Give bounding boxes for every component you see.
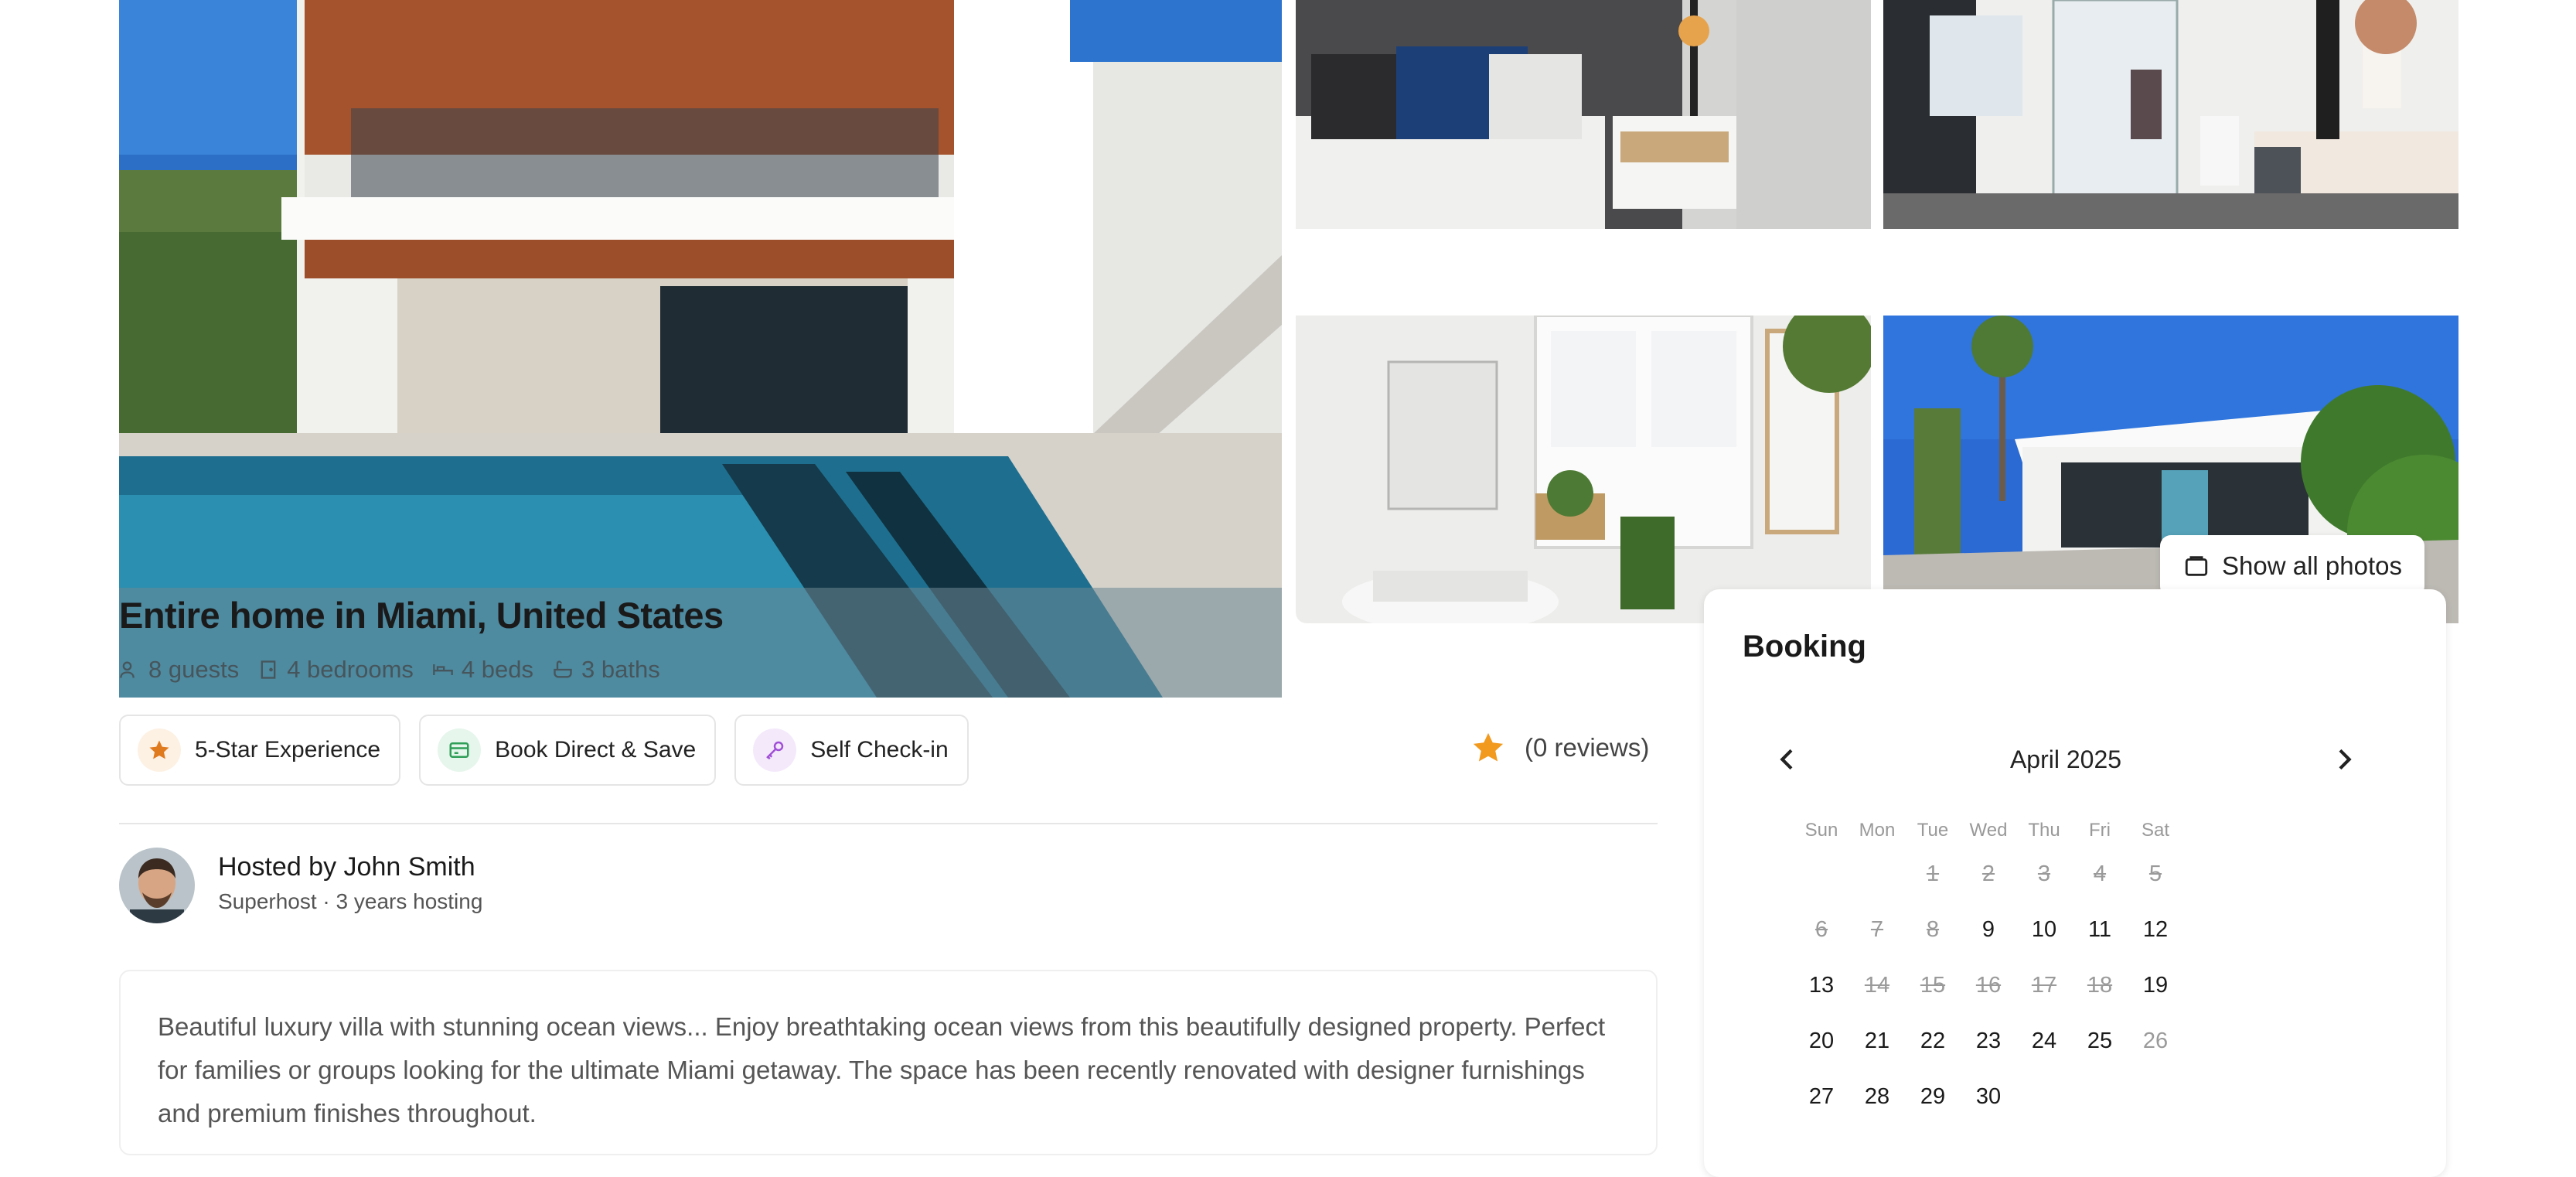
calendar-weekday-row: Sun Mon Tue Wed Thu Fri Sat [1794, 815, 2183, 846]
meta-bedrooms: 4 bedrooms [257, 656, 414, 684]
booking-panel: Booking April 2025 Sun Mon Tue Wed Thu Fri Sat… [1704, 589, 2446, 1177]
calendar-week-row: 27 28 29 30 [1794, 1069, 2183, 1124]
weekday-label: Fri [2089, 820, 2111, 841]
badge-icon-wrap [438, 728, 482, 772]
calendar-day: 15 [1920, 972, 1946, 998]
calendar-week-row: 6 7 8 9 10 11 12 [1794, 902, 2183, 957]
listing-meta: 8 guests 4 bedrooms 4 beds 3 baths [119, 656, 660, 684]
calendar-week-row: 20 21 22 23 24 25 26 [1794, 1013, 2183, 1069]
meta-guests-label: 8 guests [148, 656, 240, 683]
description-text: Beautiful luxury villa with stunning oce… [158, 1012, 1606, 1128]
badge-icon-wrap [753, 728, 797, 772]
calendar-week-row: 13 14 15 16 17 18 19 [1794, 957, 2183, 1013]
weekday-label: Thu [2028, 820, 2060, 841]
calendar-week-row: 1 2 3 4 5 [1794, 846, 2183, 902]
calendar-day: 8 [1926, 916, 1940, 942]
host-avatar[interactable] [119, 848, 195, 923]
calendar-day: 14 [1864, 972, 1890, 998]
calendar-empty-cell [2072, 1069, 2128, 1124]
badge-book-direct[interactable]: Book Direct & Save [419, 715, 717, 786]
calendar-day[interactable]: 21 [1849, 1013, 1905, 1069]
calendar-day: 16 [1975, 972, 2002, 998]
calendar-empty-cell [1794, 846, 1849, 902]
chevron-left-icon[interactable] [1772, 744, 1803, 775]
calendar-day: 4 [2093, 861, 2107, 886]
calendar-day[interactable]: 11 [2072, 902, 2128, 957]
badge-book-direct-label: Book Direct & Save [495, 737, 697, 762]
bath-icon [554, 660, 572, 678]
photo-bedroom[interactable] [1296, 0, 1871, 229]
card-icon [449, 742, 469, 758]
calendar-day[interactable]: 22 [1905, 1013, 1961, 1069]
calendar-day[interactable]: 30 [1961, 1069, 2016, 1124]
reviews-count: (0 reviews) [1525, 733, 1650, 762]
show-all-photos-button[interactable]: Show all photos [2160, 535, 2424, 597]
calendar-day[interactable]: 29 [1905, 1069, 1961, 1124]
weekday-label: Sun [1804, 820, 1838, 841]
photo-bathroom[interactable] [1883, 0, 2458, 229]
badge-icon-wrap [138, 728, 181, 772]
badge-self-checkin-label: Self Check-in [810, 737, 949, 762]
calendar-day: 17 [2031, 972, 2057, 998]
photo-bathroom-window[interactable] [1296, 316, 1871, 623]
star-icon [1473, 732, 1504, 762]
weekday-label: Tue [1917, 820, 1949, 841]
calendar-day[interactable]: 27 [1794, 1069, 1849, 1124]
listing-title: Entire home in Miami, United States [119, 595, 724, 636]
gallery-icon [2185, 556, 2208, 576]
weekday-label: Mon [1859, 820, 1896, 841]
calendar-day: 3 [2037, 861, 2051, 886]
weekday-label: Sat [2141, 820, 2170, 841]
badge-five-star-label: 5-Star Experience [195, 737, 381, 762]
meta-bedrooms-label: 4 bedrooms [287, 656, 414, 683]
star-icon [149, 740, 169, 759]
calendar-grid: Sun Mon Tue Wed Thu Fri Sat 1 2 3 4 5 6 7 8 9 10 11 12 13 14… [1794, 815, 2183, 1124]
calendar-day[interactable]: 13 [1794, 957, 1849, 1013]
badge-self-checkin[interactable]: Self Check-in [734, 715, 969, 786]
calendar-day[interactable]: 25 [2072, 1013, 2128, 1069]
calendar-day: 18 [2087, 972, 2113, 998]
meta-guests: 8 guests [119, 656, 239, 684]
feature-badges: 5-Star Experience Book Direct & Save Sel… [119, 715, 969, 786]
calendar-month: April 2025 [2009, 745, 2122, 773]
calendar-day[interactable]: 28 [1849, 1069, 1905, 1124]
main-photo-villa-pool[interactable] [119, 0, 1282, 698]
chevron-right-icon[interactable] [2329, 744, 2360, 775]
meta-baths-label: 3 baths [581, 656, 660, 683]
calendar-day[interactable]: 19 [2128, 957, 2183, 1013]
calendar-empty-cell [1849, 846, 1905, 902]
calendar-day: 2 [1981, 861, 1995, 886]
calendar-empty-cell [2016, 1069, 2072, 1124]
calendar-day: 5 [2148, 861, 2162, 886]
bedroom-icon [261, 660, 276, 679]
show-all-photos-label: Show all photos [2222, 551, 2402, 580]
calendar-day: 1 [1926, 861, 1940, 886]
host-name: Hosted by John Smith [218, 852, 475, 882]
badge-five-star[interactable]: 5-Star Experience [119, 715, 401, 786]
calendar-empty-cell [2128, 1069, 2183, 1124]
calendar-day: 26 [2142, 1028, 2169, 1053]
calendar-day[interactable]: 10 [2016, 902, 2072, 957]
meta-beds-label: 4 beds [461, 656, 533, 683]
calendar-day: 7 [1870, 916, 1884, 942]
booking-title: Booking [1743, 629, 1866, 664]
host-subtitle: Superhost · 3 years hosting [218, 889, 483, 913]
guests-icon [120, 661, 135, 678]
calendar-day[interactable]: 12 [2128, 902, 2183, 957]
divider [119, 823, 1658, 824]
calendar-day[interactable]: 9 [1961, 902, 2016, 957]
rating-summary[interactable]: (0 reviews) [1470, 730, 1649, 766]
calendar-day[interactable]: 20 [1794, 1013, 1849, 1069]
key-icon [766, 741, 784, 760]
description-card: Beautiful luxury villa with stunning oce… [119, 970, 1658, 1155]
meta-beds: 4 beds [432, 656, 533, 684]
meta-baths: 3 baths [552, 656, 660, 684]
calendar-day: 6 [1814, 916, 1828, 942]
bed-icon [433, 664, 453, 675]
calendar-day[interactable]: 23 [1961, 1013, 2016, 1069]
calendar-day[interactable]: 24 [2016, 1013, 2072, 1069]
weekday-label: Wed [1969, 820, 2008, 841]
